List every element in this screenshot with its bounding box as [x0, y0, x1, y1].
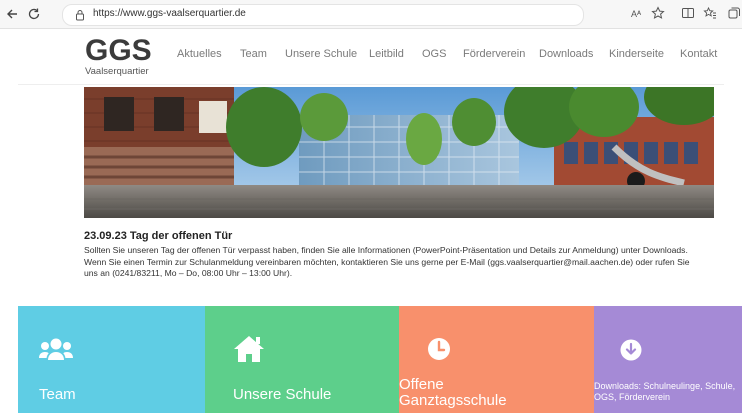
tile-downloads[interactable]: Downloads: Schulneulinge, Schule, OGS, F… — [594, 306, 742, 413]
clock-icon — [427, 337, 463, 367]
home-icon — [232, 334, 268, 364]
tile-offene-ganztagsschule[interactable]: Offene Ganztagsschule — [399, 306, 595, 413]
hero-image — [84, 87, 714, 218]
tile-unsere-schule[interactable]: Unsere Schule — [205, 306, 400, 413]
back-arrow-icon[interactable] — [4, 6, 20, 22]
news-body: Sollten Sie unseren Tag der offenen Tür … — [84, 245, 720, 280]
nav-item-leitbild[interactable]: Leitbild — [369, 48, 404, 60]
tile-team-label: Team — [39, 386, 76, 403]
news-line: Wenn Sie einen Termin zur Schulanmeldung… — [84, 256, 690, 267]
reload-icon[interactable] — [26, 6, 42, 22]
site-logo-subtitle: Vaalserquartier — [85, 66, 149, 77]
nav-item-foerderverein[interactable]: Förderverein — [463, 48, 525, 60]
split-screen-icon[interactable] — [680, 6, 696, 22]
tile-offene-ganztagsschule-text: Offene Ganztagsschule — [399, 376, 507, 409]
nav-item-kontakt[interactable]: Kontakt — [680, 48, 717, 60]
address-bar[interactable]: https://www.ggs-vaalserquartier.de — [62, 4, 584, 26]
header-divider — [18, 84, 724, 85]
news-line: uns an (0241/83211, Mo – Do, 08:00 Uhr –… — [84, 268, 293, 279]
tile-downloads-label: Downloads: Schulneulinge, Schule, OGS, F… — [594, 381, 736, 402]
tile-unsere-schule-label: Unsere Schule — [233, 386, 332, 403]
collections-icon[interactable] — [726, 6, 742, 22]
favorites-icon[interactable] — [702, 6, 718, 22]
nav-item-aktuelles[interactable]: Aktuelles — [177, 48, 222, 60]
nav-item-unsere-schule[interactable]: Unsere Schule — [285, 48, 357, 60]
nav-item-kinderseite[interactable]: Kinderseite — [609, 48, 664, 60]
favorite-star-icon[interactable] — [650, 6, 666, 22]
read-aloud-button[interactable]: Aᴬ — [626, 6, 646, 22]
tile-team[interactable]: Team — [18, 306, 206, 413]
browser-toolbar: https://www.ggs-vaalserquartier.de Aᴬ — [0, 0, 742, 29]
download-icon — [620, 339, 656, 369]
url-text: https://www.ggs-vaalserquartier.de — [93, 8, 246, 19]
nav-item-ogs[interactable]: OGS — [422, 48, 446, 60]
news-line: Sollten Sie unseren Tag der offenen Tür … — [84, 245, 688, 255]
site-logo[interactable]: GGS — [85, 36, 152, 66]
nav-item-downloads[interactable]: Downloads — [539, 48, 593, 60]
nav-item-team[interactable]: Team — [240, 48, 267, 60]
news-title: 23.09.23 Tag der offenen Tür — [84, 230, 233, 242]
lock-icon — [73, 8, 87, 22]
users-icon — [38, 336, 74, 366]
